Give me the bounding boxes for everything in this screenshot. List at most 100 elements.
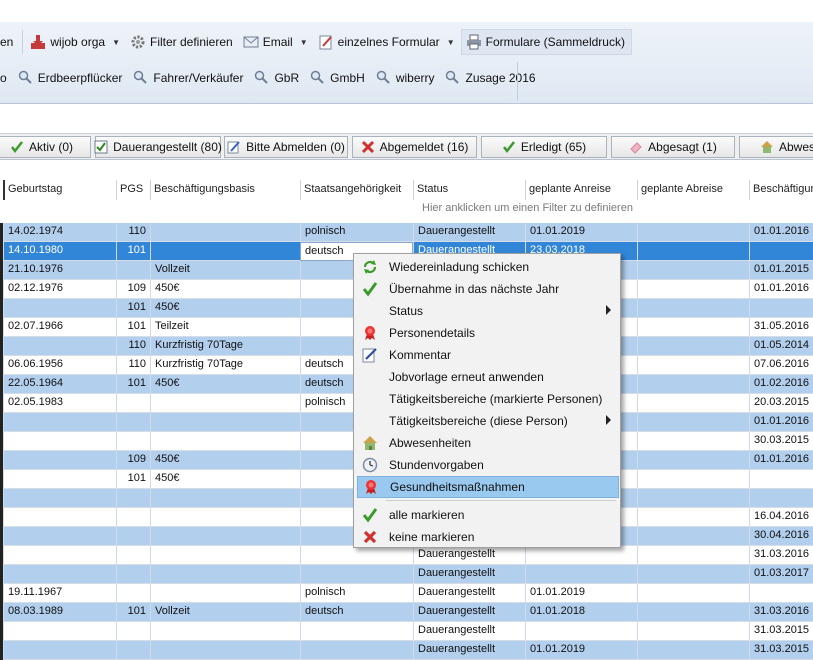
- cell-pgs[interactable]: [116, 641, 150, 660]
- cell-geburtstag[interactable]: [3, 337, 116, 356]
- cell-pgs[interactable]: [116, 527, 150, 546]
- menu-item-jobvorlage-erneut-anwenden[interactable]: Jobvorlage erneut anwenden: [357, 366, 619, 388]
- cell-beschaeftigung[interactable]: 30.04.2016: [749, 527, 813, 546]
- cell-geplante-abreise[interactable]: [637, 356, 749, 375]
- cell-geburtstag[interactable]: [3, 641, 116, 660]
- cell-beschaeftigung[interactable]: 16.04.2016: [749, 508, 813, 527]
- saved-search-erdbeerpfluecker[interactable]: Erdbeerpflücker: [13, 65, 129, 91]
- cell-beschaeftigung[interactable]: [749, 489, 813, 508]
- filter-row-hint[interactable]: Hier anklicken um einen Filter zu defini…: [422, 202, 633, 214]
- cell-beschaeftigung[interactable]: 31.05.2016: [749, 318, 813, 337]
- filter-define-button[interactable]: Filter definieren: [126, 29, 239, 55]
- column-header-pgs[interactable]: PGS: [116, 180, 150, 200]
- menu-item-tatigkeitsbereiche-markierte-personen[interactable]: Tätigkeitsbereiche (markierte Personen): [357, 388, 619, 410]
- forms-bulk-button[interactable]: Formulare (Sammeldruck): [460, 29, 632, 55]
- cell-geburtstag[interactable]: [3, 451, 116, 470]
- cell-beschaeftigungsbasis[interactable]: [150, 432, 300, 451]
- cell-beschaeftigung[interactable]: 31.03.2016: [749, 603, 813, 622]
- single-form-button[interactable]: einzelnes Formular ▼: [314, 29, 461, 55]
- cell-geburtstag[interactable]: [3, 432, 116, 451]
- cell-pgs[interactable]: 110: [116, 337, 150, 356]
- cell-beschaeftigungsbasis[interactable]: [150, 242, 300, 261]
- cell-pgs[interactable]: [116, 489, 150, 508]
- menu-item-keine-markieren[interactable]: keine markieren: [357, 526, 619, 548]
- filter-abgesagt[interactable]: Abgesagt (1): [611, 136, 735, 158]
- cell-pgs[interactable]: 101: [116, 242, 150, 261]
- cell-geplante-abreise[interactable]: [637, 546, 749, 565]
- cell-beschaeftigungsbasis[interactable]: Vollzeit: [150, 261, 300, 280]
- cell-pgs[interactable]: 110: [116, 356, 150, 375]
- cell-geburtstag[interactable]: [3, 470, 116, 489]
- saved-search-gmbh[interactable]: GmbH: [305, 65, 371, 91]
- cell-pgs[interactable]: [116, 584, 150, 603]
- cell-geburtstag[interactable]: [3, 527, 116, 546]
- cell-geplante-abreise[interactable]: [637, 603, 749, 622]
- cell-staatsangehoerigkeit[interactable]: [300, 622, 413, 641]
- filter-aktiv[interactable]: Aktiv (0): [0, 136, 91, 158]
- cell-geburtstag[interactable]: 02.12.1976: [3, 280, 116, 299]
- filter-abwesend[interactable]: Abwese: [739, 136, 813, 158]
- cell-geburtstag[interactable]: 06.06.1956: [3, 356, 116, 375]
- cell-beschaeftigung[interactable]: [749, 470, 813, 489]
- cell-beschaeftigung[interactable]: 31.03.2015: [749, 641, 813, 660]
- cell-pgs[interactable]: 109: [116, 280, 150, 299]
- cell-pgs[interactable]: 101: [116, 375, 150, 394]
- cell-pgs[interactable]: 101: [116, 299, 150, 318]
- cell-geplante-abreise[interactable]: [637, 565, 749, 584]
- cell-geplante-abreise[interactable]: [637, 375, 749, 394]
- cell-pgs[interactable]: 110: [116, 223, 150, 242]
- column-header-status[interactable]: Status: [413, 180, 525, 200]
- filter-dauerangestellt[interactable]: Dauerangestellt (80): [94, 136, 222, 158]
- cell-beschaeftigungsbasis[interactable]: Kurzfristig 70Tage: [150, 337, 300, 356]
- cell-geplante-abreise[interactable]: [637, 508, 749, 527]
- cell-geplante-abreise[interactable]: [637, 584, 749, 603]
- column-header-geburtstag[interactable]: Geburtstag: [3, 180, 116, 200]
- cell-beschaeftigungsbasis[interactable]: 450€: [150, 470, 300, 489]
- cell-beschaeftigung[interactable]: [749, 584, 813, 603]
- cell-beschaeftigung[interactable]: 01.01.2016: [749, 280, 813, 299]
- cell-beschaeftigungsbasis[interactable]: 450€: [150, 280, 300, 299]
- cell-staatsangehoerigkeit[interactable]: [300, 565, 413, 584]
- cell-geplante-abreise[interactable]: [637, 413, 749, 432]
- cell-beschaeftigungsbasis[interactable]: Teilzeit: [150, 318, 300, 337]
- cell-geburtstag[interactable]: 02.05.1983: [3, 394, 116, 413]
- column-header-geplante-abreise[interactable]: geplante Abreise: [637, 180, 749, 200]
- cell-geburtstag[interactable]: 19.11.1967: [3, 584, 116, 603]
- cell-geplante-abreise[interactable]: [637, 470, 749, 489]
- saved-search-gbr[interactable]: GbR: [249, 65, 305, 91]
- cell-geburtstag[interactable]: 08.03.1989: [3, 603, 116, 622]
- cell-geburtstag[interactable]: [3, 489, 116, 508]
- cell-geplante-abreise[interactable]: [637, 432, 749, 451]
- cell-beschaeftigung[interactable]: 31.03.2016: [749, 546, 813, 565]
- cell-beschaeftigung[interactable]: [749, 299, 813, 318]
- cell-status[interactable]: Dauerangestellt: [413, 622, 525, 641]
- cell-staatsangehoerigkeit[interactable]: [300, 641, 413, 660]
- saved-search-wiberry[interactable]: wiberry: [371, 65, 441, 91]
- cell-pgs[interactable]: 101: [116, 470, 150, 489]
- table-row[interactable]: 08.03.1989 101 Vollzeit deutsch Dauerangeste…: [0, 603, 813, 622]
- column-header-beschaeftigungsbasis[interactable]: Beschäftigungsbasis: [150, 180, 300, 200]
- table-row[interactable]: Dauerangestellt 01.01.2019 31.03.2015: [0, 641, 813, 660]
- cell-beschaeftigungsbasis[interactable]: Kurzfristig 70Tage: [150, 356, 300, 375]
- cell-geplante-abreise[interactable]: [637, 242, 749, 261]
- cell-beschaeftigungsbasis[interactable]: [150, 508, 300, 527]
- cell-beschaeftigung[interactable]: 07.06.2016: [749, 356, 813, 375]
- cell-geplante-abreise[interactable]: [637, 394, 749, 413]
- cell-beschaeftigung[interactable]: 20.03.2015: [749, 394, 813, 413]
- cell-pgs[interactable]: [116, 432, 150, 451]
- cell-pgs[interactable]: [116, 565, 150, 584]
- cell-beschaeftigung[interactable]: [749, 242, 813, 261]
- menu-item-tatigkeitsbereiche-diese-person[interactable]: Tätigkeitsbereiche (diese Person): [357, 410, 619, 432]
- menu-item-abwesenheiten[interactable]: Abwesenheiten: [357, 432, 619, 454]
- cell-beschaeftigung[interactable]: 01.01.2016: [749, 413, 813, 432]
- cell-geplante-anreise[interactable]: 01.01.2019: [525, 641, 637, 660]
- cell-staatsangehoerigkeit[interactable]: [300, 546, 413, 565]
- cell-beschaeftigungsbasis[interactable]: [150, 527, 300, 546]
- cell-beschaeftigungsbasis[interactable]: [150, 394, 300, 413]
- cell-status[interactable]: Dauerangestellt: [413, 546, 525, 565]
- cell-beschaeftigung[interactable]: 01.01.2016: [749, 223, 813, 242]
- cell-geplante-abreise[interactable]: [637, 451, 749, 470]
- filter-abgemeldet[interactable]: Abgemeldet (16): [352, 136, 477, 158]
- cell-geplante-abreise[interactable]: [637, 318, 749, 337]
- cell-geburtstag[interactable]: 22.05.1964: [3, 375, 116, 394]
